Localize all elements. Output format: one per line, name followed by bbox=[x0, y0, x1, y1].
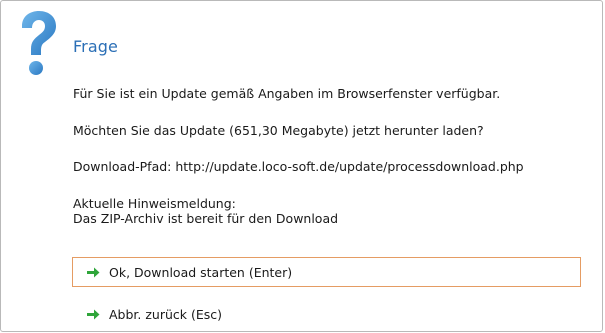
arrow-right-icon bbox=[87, 267, 100, 277]
ok-download-label: Ok, Download starten (Enter) bbox=[109, 264, 293, 280]
dialog-title: Frage bbox=[73, 37, 118, 56]
ok-download-button[interactable]: Ok, Download starten (Enter) bbox=[72, 257, 581, 287]
download-path-text: Download-Pfad: http://update.loco-soft.d… bbox=[73, 159, 524, 174]
arrow-right-icon bbox=[87, 309, 100, 319]
hint-label: Aktuelle Hinweismeldung: bbox=[73, 196, 236, 211]
question-dialog: Frage Für Sie ist ein Update gemäß Angab… bbox=[0, 0, 603, 332]
cancel-back-label: Abbr. zurück (Esc) bbox=[109, 306, 223, 322]
cancel-back-button[interactable]: Abbr. zurück (Esc) bbox=[72, 299, 581, 329]
update-available-text: Für Sie ist ein Update gemäß Angaben im … bbox=[73, 86, 501, 101]
question-icon bbox=[22, 11, 56, 75]
download-question-text: Möchten Sie das Update (651,30 Megabyte)… bbox=[73, 123, 484, 138]
hint-text: Das ZIP-Archiv ist bereit für den Downlo… bbox=[73, 211, 339, 226]
